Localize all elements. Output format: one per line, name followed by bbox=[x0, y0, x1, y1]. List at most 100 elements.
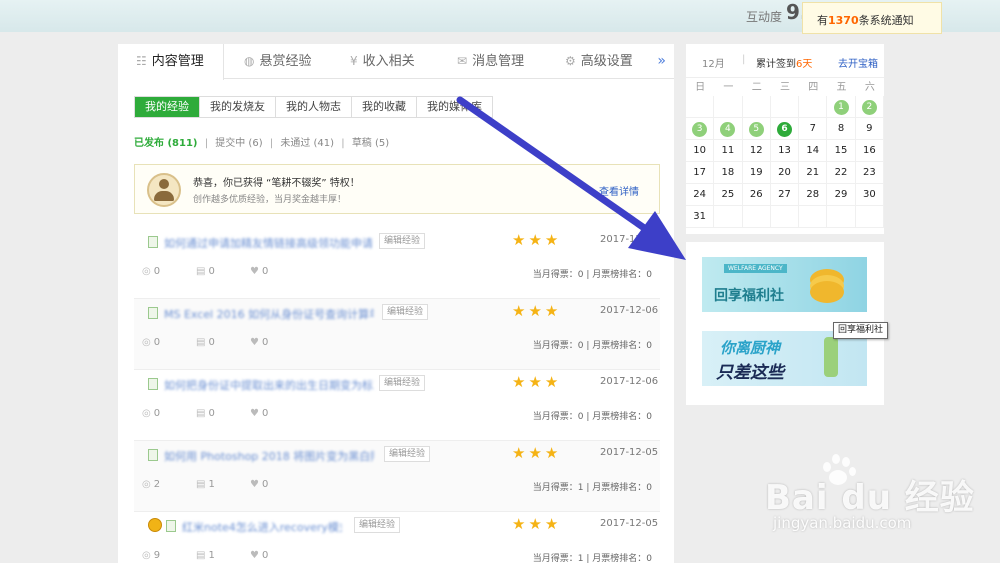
calendar-day[interactable]: 3 bbox=[686, 118, 715, 140]
award-title: 恭喜，你已获得 “笔耕不辍奖” 特权！ bbox=[193, 178, 360, 189]
tab-bounty[interactable]: ◍ 悬赏经验 bbox=[244, 44, 312, 79]
day-number: 9 bbox=[866, 123, 873, 134]
calendar-day[interactable]: 16 bbox=[855, 140, 884, 162]
calendar-day[interactable]: 13 bbox=[770, 140, 800, 162]
list-item: MS Excel 2016 如何从身份证号查询计算年龄 编辑经验 ★★★ 201… bbox=[134, 299, 660, 370]
day-number: 28 bbox=[806, 189, 820, 200]
calendar-day[interactable]: 18 bbox=[714, 162, 743, 184]
subtab-my-favorites[interactable]: 我的收藏 bbox=[352, 97, 417, 117]
calendar-empty-cell bbox=[799, 206, 828, 228]
view-count: 9 bbox=[153, 550, 161, 561]
chef-ad-banner[interactable]: 你离厨神 只差这些 bbox=[702, 331, 867, 386]
calendar-day[interactable]: 25 bbox=[714, 184, 743, 206]
heart-count: 0 bbox=[261, 408, 269, 419]
edit-button[interactable]: 编辑经验 bbox=[379, 375, 426, 391]
calendar-day[interactable]: 21 bbox=[799, 162, 828, 184]
more-tabs-icon[interactable]: » bbox=[657, 53, 666, 69]
vote-count: 0 bbox=[208, 337, 215, 348]
subtab-my-profiles[interactable]: 我的人物志 bbox=[276, 97, 352, 117]
filter-drafts[interactable]: 草稿 (5) bbox=[352, 138, 389, 149]
day-number: 19 bbox=[749, 167, 763, 178]
calendar-day[interactable]: 7 bbox=[799, 118, 828, 140]
item-title[interactable]: 如何把身份证中提取出来的出生日期变为标准日期 bbox=[164, 377, 374, 393]
ad-title: 回享福利社 bbox=[714, 288, 784, 304]
calendar-day[interactable]: 22 bbox=[827, 162, 856, 184]
calendar-day[interactable]: 24 bbox=[686, 184, 715, 206]
tab-income[interactable]: ¥ 收入相关 bbox=[350, 44, 415, 79]
weekday-label: 三 bbox=[779, 82, 790, 93]
edit-button[interactable]: 编辑经验 bbox=[379, 233, 426, 249]
calendar-day[interactable]: 17 bbox=[686, 162, 715, 184]
calendar-month: 12月 bbox=[702, 59, 725, 70]
heart-count: 0 bbox=[261, 337, 269, 348]
calendar-day[interactable]: 30 bbox=[855, 184, 884, 206]
calendar-day[interactable]: 2 bbox=[855, 96, 884, 118]
subtab-my-experience[interactable]: 我的经验 bbox=[135, 97, 200, 117]
document-icon bbox=[148, 307, 158, 319]
vote-count: 1 bbox=[208, 550, 215, 561]
day-number: 30 bbox=[862, 189, 876, 200]
filter-rejected[interactable]: 未通过 (41) bbox=[280, 138, 334, 149]
calendar-day[interactable]: 31 bbox=[686, 206, 715, 228]
calendar-day[interactable]: 14 bbox=[799, 140, 828, 162]
view-count: 0 bbox=[153, 337, 161, 348]
calendar-day[interactable]: 11 bbox=[714, 140, 743, 162]
calendar-day[interactable]: 9 bbox=[855, 118, 884, 140]
status-filters: 已发布 (811) | 提交中 (6) | 未通过 (41) | 草稿 (5) bbox=[134, 138, 390, 149]
calendar-day[interactable]: 5 bbox=[742, 118, 771, 140]
system-notice-popup[interactable]: 有1370条系统通知 bbox=[802, 2, 942, 34]
view-icon: ◎ bbox=[142, 408, 151, 419]
calendar-day[interactable]: 27 bbox=[770, 184, 800, 206]
item-title[interactable]: 红米note4怎么进入recovery模式 bbox=[182, 519, 342, 535]
day-number: 16 bbox=[862, 145, 876, 156]
rating-stars: ★★★ bbox=[512, 373, 562, 391]
calendar-day[interactable]: 10 bbox=[686, 140, 715, 162]
calendar-day[interactable]: 15 bbox=[827, 140, 856, 162]
item-title[interactable]: 如何用 Photoshop 2018 将图片变为黑白照片 bbox=[164, 448, 374, 464]
monthly-votes: 当月得票：0 | 月票榜排名：0 bbox=[532, 412, 652, 422]
main-tabs: ☷ 内容管理 ◍ 悬赏经验 ¥ 收入相关 ✉ 消息管理 ⚙ 高级设置 » bbox=[118, 44, 674, 80]
subtab-my-media[interactable]: 我的媒体库 bbox=[417, 97, 492, 117]
item-title[interactable]: 如何通过申请加精友情链接高级领功能申请 bbox=[164, 235, 374, 251]
welfare-ad-banner[interactable]: WELFARE AGENCY 回享福利社 bbox=[702, 257, 867, 312]
calendar-day[interactable]: 19 bbox=[742, 162, 771, 184]
calendar-header: 12月 | 累计签到6天 去开宝箱 bbox=[686, 44, 884, 78]
calendar-day[interactable]: 20 bbox=[770, 162, 800, 184]
notice-count: 1370 bbox=[828, 14, 859, 27]
day-number: 12 bbox=[749, 145, 763, 156]
calendar-day[interactable]: 29 bbox=[827, 184, 856, 206]
edit-button[interactable]: 编辑经验 bbox=[354, 517, 401, 533]
open-treasure-link[interactable]: 去开宝箱 bbox=[838, 55, 878, 70]
rating-stars: ★★★ bbox=[512, 302, 562, 320]
edit-button[interactable]: 编辑经验 bbox=[382, 304, 429, 320]
rating-stars: ★★★ bbox=[512, 231, 562, 249]
calendar-day[interactable]: 23 bbox=[855, 162, 884, 184]
calendar-day[interactable]: 4 bbox=[714, 118, 743, 140]
calendar-day[interactable]: 6 bbox=[770, 118, 800, 140]
filter-submitting[interactable]: 提交中 (6) bbox=[215, 138, 262, 149]
subtab-my-fans[interactable]: 我的发烧友 bbox=[200, 97, 276, 117]
calendar-empty-cell bbox=[770, 206, 800, 228]
day-number: 22 bbox=[834, 167, 848, 178]
ad-line1: 你离厨神 bbox=[720, 339, 781, 357]
heart-icon: ♥ bbox=[250, 408, 259, 419]
calendar-day[interactable]: 26 bbox=[742, 184, 771, 206]
calendar-day[interactable]: 8 bbox=[827, 118, 856, 140]
calendar-day[interactable]: 12 bbox=[742, 140, 771, 162]
document-icon bbox=[148, 236, 158, 248]
calendar-day[interactable]: 28 bbox=[799, 184, 828, 206]
view-details-link[interactable]: 查看详情 bbox=[599, 183, 639, 198]
weekday-label: 五 bbox=[836, 82, 847, 93]
calendar-day[interactable]: 1 bbox=[827, 96, 856, 118]
filter-published[interactable]: 已发布 (811) bbox=[134, 138, 198, 149]
tab-advanced-settings[interactable]: ⚙ 高级设置 bbox=[565, 44, 633, 79]
tab-content-manage[interactable]: ☷ 内容管理 bbox=[118, 44, 224, 80]
edit-button[interactable]: 编辑经验 bbox=[384, 446, 431, 462]
monthly-votes: 当月得票：0 | 月票榜排名：0 bbox=[532, 270, 652, 280]
view-count: 2 bbox=[153, 479, 161, 490]
signed-day-marker: 5 bbox=[748, 122, 764, 137]
tab-messages[interactable]: ✉ 消息管理 bbox=[457, 44, 524, 79]
sign-in-total: 累计签到6天 bbox=[756, 59, 813, 70]
item-title[interactable]: MS Excel 2016 如何从身份证号查询计算年龄 bbox=[164, 306, 374, 322]
monthly-votes: 当月得票：1 | 月票榜排名：0 bbox=[532, 483, 652, 493]
